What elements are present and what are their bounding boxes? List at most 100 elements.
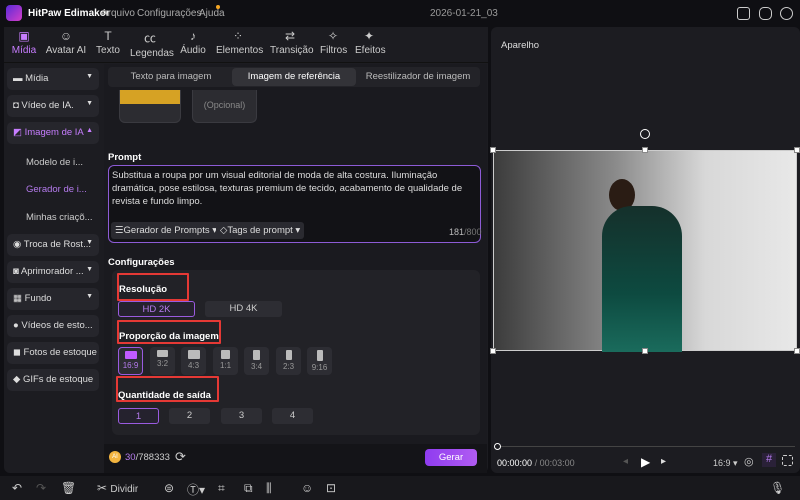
quantity-1[interactable]: 1 [118,408,159,424]
preview-image[interactable] [493,150,797,352]
resize-handle[interactable] [490,348,496,354]
download-icon[interactable] [780,7,793,20]
ratio-9-16[interactable]: 9:16 [307,347,332,375]
rotate-handle-icon[interactable] [640,129,650,139]
refresh-icon[interactable]: ⟳ [175,449,186,465]
sidebar-item-gifs-estoque[interactable]: ◆ GIFs de estoque [7,369,99,391]
resolution-hd2k[interactable]: HD 2K [118,301,195,317]
ratio-shape-icon [124,351,137,359]
quantity-3[interactable]: 3 [221,408,262,424]
tab-texto[interactable]: T Texto [95,29,121,56]
tab-avatar-ai[interactable]: ☺ Avatar AI [45,29,87,56]
face-swap-icon: ◉ [13,239,24,250]
avatar-icon: ☺ [59,29,73,43]
tab-audio[interactable]: ♪ Áudio [180,29,206,56]
ratio-4-3[interactable]: 4:3 [181,347,206,375]
menu-configuracoes[interactable]: Configurações [137,8,201,19]
ratio-3-4[interactable]: 3:4 [244,347,269,375]
tab-efeitos[interactable]: ✦ Efeitos [355,29,386,56]
filters-icon: ✧ [327,29,339,43]
export-frame-icon[interactable]: ⊡ [326,481,336,495]
sidebar-item-videos-estoque[interactable]: ● Vídeos de esto... [7,315,99,337]
prompt-text[interactable]: Substitua a roupa por um visual editoria… [112,169,477,208]
ratio-16-9[interactable]: 16:9 [118,347,143,375]
face-icon[interactable]: ☺ [301,481,313,495]
fullscreen-icon[interactable] [782,455,793,466]
sidebar-subitem-minhas-criacoes[interactable]: Minhas criaçõ... [26,212,93,223]
quantity-2[interactable]: 2 [169,408,210,424]
tab-filtros[interactable]: ✧ Filtros [320,29,347,56]
stock-photo-icon: ◼ [13,347,24,358]
feedback-icon[interactable] [759,7,772,20]
menu-ajuda[interactable]: Ajuda [199,8,225,19]
ratio-3-2[interactable]: 3:2 [150,347,175,375]
tab-transicao[interactable]: ⇄ Transição [270,29,314,56]
sidebar-subitem-gerador[interactable]: Gerador de i... [26,184,87,195]
microphone-icon[interactable]: 🎙 [770,481,785,495]
ratio-shape-icon [157,350,168,357]
mode-tab-texto-imagem[interactable]: Texto para imagem [112,71,230,82]
ratio-label: Proporção da imagem [119,331,219,342]
text-tool-icon[interactable]: Ⓣ▾ [187,481,205,498]
sidebar-item-midia[interactable]: ▬ Mídia ▼ [7,68,99,90]
resize-handle[interactable] [794,147,800,153]
optional-image-slot[interactable]: (Opcional) [192,90,257,123]
prompt-generator-button[interactable]: ☰Gerador de Prompts ▾ [111,222,222,239]
split-button[interactable]: ✂ Dividir [97,481,138,495]
tab-legendas[interactable]: ㏄ Legendas [130,29,174,59]
resize-handle[interactable] [490,147,496,153]
audio-icon: ♪ [190,29,196,43]
mirror-icon[interactable]: ⫼ [266,481,272,496]
ratio-shape-icon [316,350,323,361]
mode-tab-imagem-referencia[interactable]: Imagem de referência [232,71,356,82]
sidebar-item-aprimorador[interactable]: ◙ Aprimorador ... ▼ [7,261,99,283]
caret-down-icon: ▼ [86,239,93,246]
sidebar-subitem-modelo[interactable]: Modelo de i... [26,157,83,168]
delete-icon[interactable]: 🗑 [61,481,76,495]
resize-handle[interactable] [794,348,800,354]
tab-midia[interactable]: ▣ Mídia [10,29,38,56]
layout-icon[interactable] [737,7,750,20]
play-icon[interactable]: ▶ [641,455,650,469]
time-display: 00:00:00 / 00:03:00 [497,458,575,468]
reference-image-slot[interactable] [119,90,181,123]
quantity-4[interactable]: 4 [272,408,313,424]
timeline-thumb[interactable] [494,443,501,450]
ratio-2-3[interactable]: 2:3 [276,347,301,375]
prompt-label: Prompt [108,152,142,163]
elements-icon: ⁘ [232,29,244,43]
caret-down-icon: ▼ [86,293,93,300]
sidebar-item-fotos-estoque[interactable]: ◼ Fotos de estoque [7,342,99,364]
resolution-hd4k[interactable]: HD 4K [205,301,282,317]
tab-elementos[interactable]: ⁘ Elementos [216,29,263,56]
sidebar-item-troca-rosto[interactable]: ◉ Troca de Rost... ▼ [7,234,99,256]
aspect-dropdown[interactable]: 16:9 ▾ [713,458,738,469]
subject-body [602,206,682,352]
timeline-slider[interactable] [497,446,795,447]
notification-dot [216,5,220,9]
snapshot-icon[interactable]: ◎ [744,455,754,468]
char-counter: 181/800 [449,227,482,237]
undo-icon[interactable]: ↶ [12,481,22,495]
resize-handle[interactable] [642,348,648,354]
menu-arquivo[interactable]: Arquivo [101,8,135,19]
prompt-tags-button[interactable]: ◇Tags de prompt ▾ [216,222,305,239]
sidebar-item-video-ia[interactable]: ◘ Vídeo de IA. ▼ [7,95,99,117]
redo-icon[interactable]: ↷ [36,481,46,495]
crop-icon[interactable]: ⌗ [218,481,225,496]
prev-frame-icon[interactable]: ◂ [623,456,628,467]
sidebar-item-imagem-ia[interactable]: ◩ Imagem de IA ▲ [7,122,99,144]
mode-tab-reestilizador[interactable]: Reestilizador de imagem [358,71,478,82]
ratio-shape-icon [187,350,200,359]
ratio-shape-icon [221,350,230,359]
resize-icon[interactable]: ⧉ [244,481,253,496]
caption-icon[interactable]: ⊜ [164,481,174,495]
next-frame-icon[interactable]: ▸ [661,456,666,467]
ratio-1-1[interactable]: 1:1 [213,347,238,375]
resize-handle[interactable] [642,147,648,153]
sidebar-item-fundo[interactable]: ▦ Fundo ▼ [7,288,99,310]
credits-display: 30/788333 [125,452,170,463]
generate-button[interactable]: Gerar [425,449,477,466]
text-icon: T [104,29,112,43]
grid-icon[interactable]: # [762,453,776,467]
